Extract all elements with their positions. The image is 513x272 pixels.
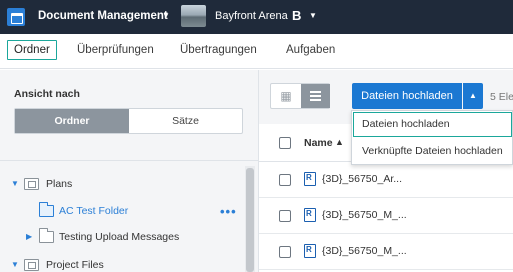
chevron-down-icon[interactable]: ▼ [162,11,170,20]
chevron-down-icon[interactable]: ▼ [11,260,19,269]
select-all-checkbox[interactable] [279,137,291,149]
upload-menu-chevron-icon[interactable]: ▲ [463,83,483,109]
view-by-label: Ansicht nach [14,88,80,100]
tree-item-testing-upload-messages[interactable]: ▶ Testing Upload Messages [0,227,245,249]
folder-panel: Ansicht nach Ordner Sätze ▼ Plans AC Tes… [0,70,259,272]
revit-file-icon [304,244,316,258]
file-list-panel: ▦ Dateien hochladen ▲ 5 Ele Name ▲ {3D}_… [259,70,513,272]
revit-file-icon [304,172,316,186]
table-row[interactable]: {3D}_56750_Ar... [259,162,513,198]
tree-item-ac-test-folder[interactable]: AC Test Folder ••• [0,201,245,223]
upload-files-button[interactable]: Dateien hochladen [352,83,462,109]
tree-item-plans[interactable]: ▼ Plans [0,174,245,196]
revit-file-icon [304,208,316,222]
row-checkbox[interactable] [279,210,291,222]
tab-bar: Ordner Überprüfungen Übertragungen Aufga… [0,34,513,69]
sort-ascending-icon[interactable]: ▲ [335,137,344,147]
tab-ordner[interactable]: Ordner [7,40,57,60]
folder-icon [39,202,54,217]
table-row[interactable]: {3D}_56750_M_... [259,234,513,270]
project-thumbnail [181,5,206,27]
view-folders-button[interactable]: Ordner [15,109,129,133]
top-bar: Document Management ▼ Bayfront Arena B ▼ [0,0,513,34]
chevron-right-icon[interactable]: ▶ [26,232,32,241]
stacked-folder-icon [24,259,39,271]
layout-toggle: ▦ [270,83,330,109]
tree-item-label: Testing Upload Messages [59,231,180,243]
folder-icon [39,228,54,243]
scrollbar[interactable] [245,166,255,272]
table-row[interactable]: {3D}_56750_M_... [259,198,513,234]
product-switcher[interactable]: Document Management [38,10,168,22]
view-mode-toggle: Ordner Sätze [14,108,243,134]
document-management-logo-icon [7,8,25,26]
view-sets-button[interactable]: Sätze [129,109,242,133]
tab-ueberpruefungen[interactable]: Überprüfungen [77,44,154,56]
chevron-down-icon[interactable]: ▼ [309,11,317,20]
file-name[interactable]: {3D}_56750_Ar... [322,173,402,185]
upload-dropdown-menu: Dateien hochladen Verknüpfte Dateien hoc… [351,110,513,165]
file-name[interactable]: {3D}_56750_M_... [322,245,407,257]
tree-item-project-files[interactable]: ▼ Project Files [0,255,245,272]
menu-item-upload-linked-files[interactable]: Verknüpfte Dateien hochladen [353,139,512,164]
grid-view-icon[interactable]: ▦ [271,84,301,108]
tree-item-label: Project Files [46,259,104,271]
column-header-name[interactable]: Name [304,137,333,149]
list-view-icon[interactable] [301,84,330,108]
tree-item-label: AC Test Folder [59,205,129,217]
menu-item-upload-files[interactable]: Dateien hochladen [353,112,512,137]
more-options-icon[interactable]: ••• [220,204,237,219]
row-checkbox[interactable] [279,246,291,258]
project-switcher[interactable]: Bayfront Arena [215,10,288,22]
bim-logo-icon: B [292,8,302,23]
tab-aufgaben[interactable]: Aufgaben [286,44,335,56]
tab-uebertragungen[interactable]: Übertragungen [180,44,257,56]
item-count: 5 Ele [490,91,513,103]
divider [0,160,258,161]
stacked-folder-icon [24,178,39,190]
chevron-down-icon[interactable]: ▼ [11,179,19,188]
scrollbar-thumb[interactable] [246,168,254,272]
file-name[interactable]: {3D}_56750_M_... [322,209,407,221]
row-checkbox[interactable] [279,174,291,186]
tree-item-label: Plans [46,178,73,190]
